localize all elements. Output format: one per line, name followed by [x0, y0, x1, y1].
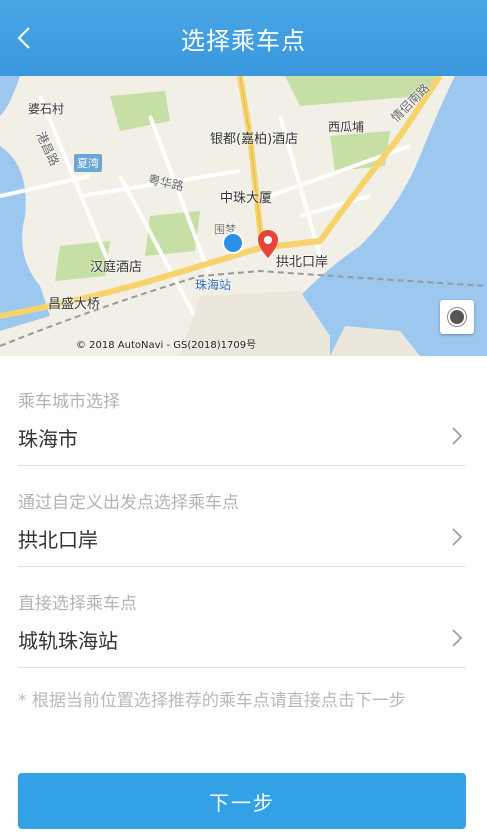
map-label-xiguapu: 西瓜埔 [328, 120, 365, 134]
hint-text: * 根据当前位置选择推荐的乘车点请直接点击下一步 [18, 691, 406, 711]
map-label-xiawan: 夏湾 [74, 154, 102, 172]
map-pin-icon [258, 230, 278, 258]
locate-me-button[interactable] [440, 300, 474, 334]
custom-start-label: 通过自定义出发点选择乘车点 [18, 493, 239, 513]
direct-pickup-value: 城轨珠海站 [18, 629, 118, 653]
city-select-value: 珠海市 [18, 427, 78, 451]
locate-icon [450, 310, 464, 324]
map-label-zhongzhu: 中珠大厦 [220, 191, 273, 206]
map-copyright: © 2018 AutoNavi - GS(2018)1709号 [76, 340, 257, 351]
app-header: 选择乘车点 [0, 0, 487, 76]
city-select-label: 乘车城市选择 [18, 392, 120, 412]
city-select-row[interactable]: 乘车城市选择 珠海市 [18, 365, 466, 466]
direct-pickup-label: 直接选择乘车点 [18, 594, 137, 614]
custom-start-row[interactable]: 通过自定义出发点选择乘车点 拱北口岸 [18, 466, 466, 567]
page-title: 选择乘车点 [181, 26, 306, 55]
map-label-hanting-hotel: 汉庭酒店 [90, 260, 143, 275]
direct-pickup-row[interactable]: 直接选择乘车点 城轨珠海站 [18, 567, 466, 668]
map-canvas [0, 76, 487, 356]
current-location-dot [224, 234, 242, 252]
chevron-right-icon [452, 629, 463, 647]
map-view[interactable]: 婆石村 银都(嘉柏)酒店 西瓜埔 情侣南路 夏湾 粤华路 中珠大厦 港昌路 围梦… [0, 76, 487, 356]
chevron-right-icon [452, 528, 463, 546]
map-label-gongbei-port: 拱北口岸 [276, 255, 329, 270]
map-label-yindu-hotel: 银都(嘉柏)酒店 [210, 132, 299, 147]
chevron-right-icon [452, 427, 463, 445]
next-step-button[interactable]: 下一步 [18, 773, 466, 829]
map-label-zhuhai-station: 珠海站 [195, 278, 232, 292]
custom-start-value: 拱北口岸 [18, 528, 98, 552]
pickup-form: 乘车城市选择 珠海市 通过自定义出发点选择乘车点 拱北口岸 直接选择乘车点 城轨… [18, 365, 466, 668]
map-label-changsheng-bridge: 昌盛大桥 [48, 297, 101, 312]
map-label-poshicun: 婆石村 [28, 102, 65, 116]
